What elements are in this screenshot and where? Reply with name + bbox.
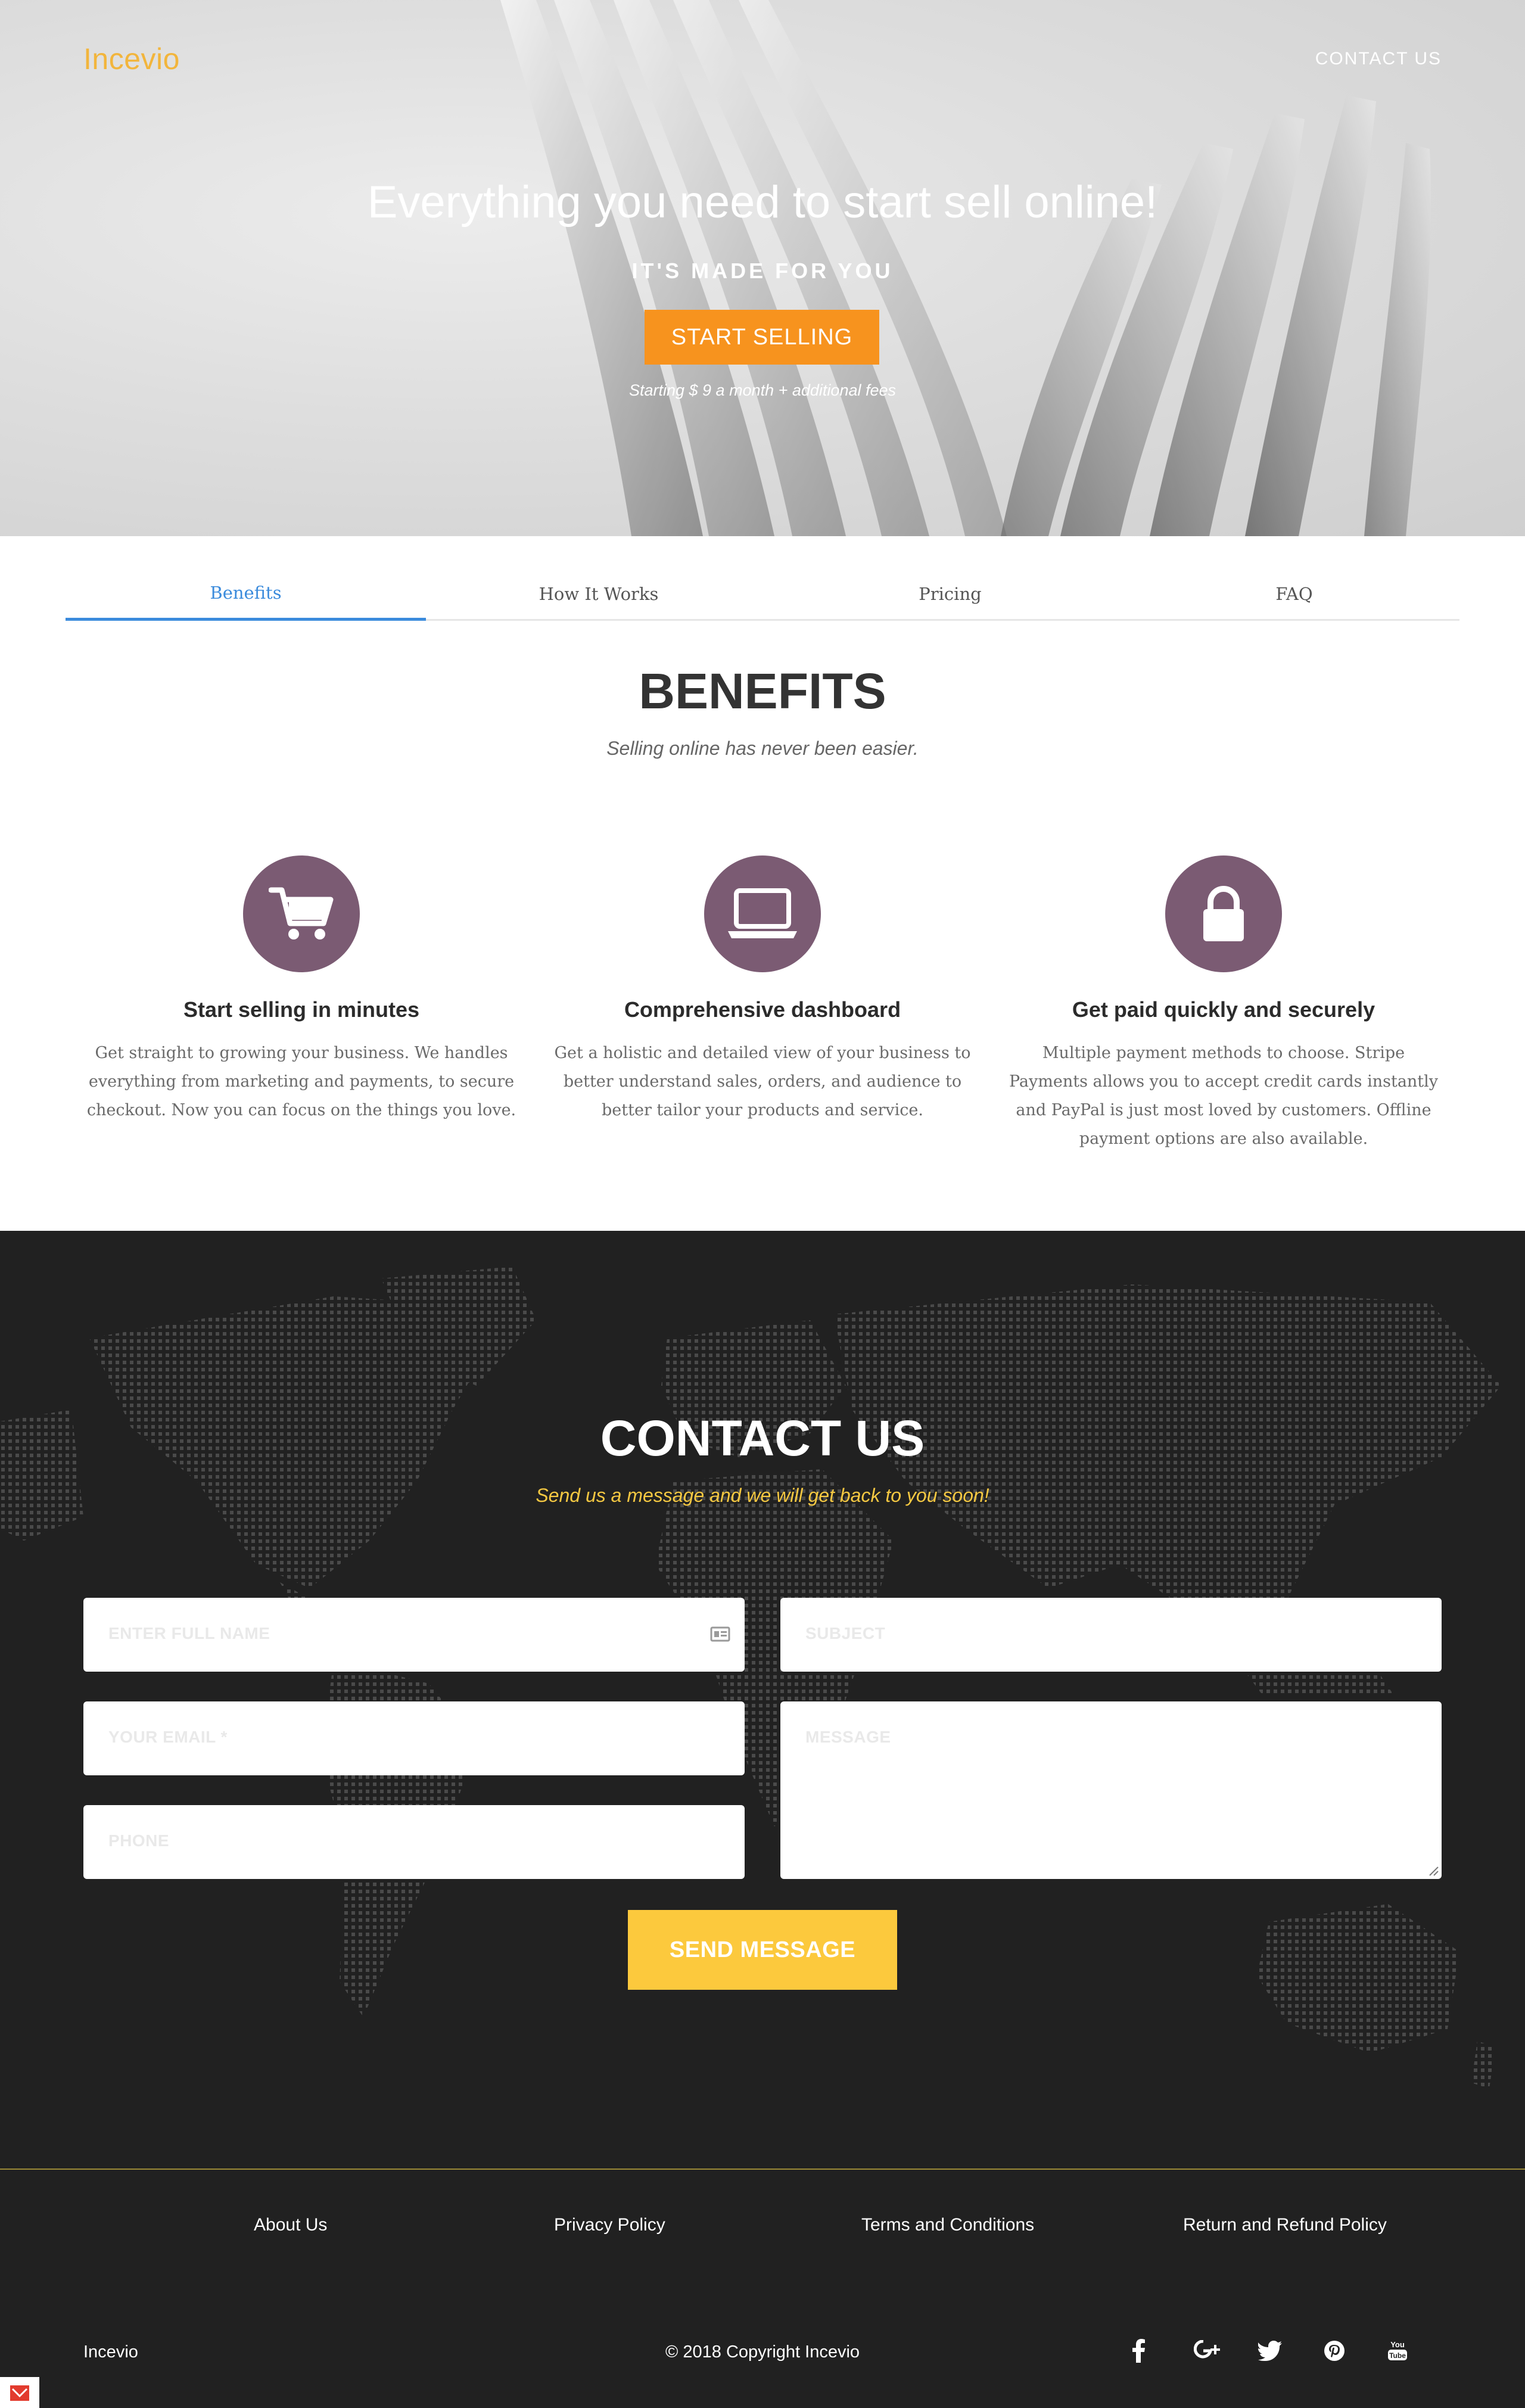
- footer-link-about-us[interactable]: About Us: [254, 2215, 327, 2235]
- contact-section: CONTACT US Send us a message and we will…: [0, 1231, 1525, 2408]
- pinterest-icon[interactable]: [1318, 2334, 1351, 2367]
- footer-divider: [0, 2169, 1525, 2170]
- facebook-icon[interactable]: [1122, 2334, 1156, 2367]
- feature-payments: Get paid quickly and securely Multiple p…: [1003, 855, 1444, 1153]
- youtube-icon[interactable]: You Tube: [1381, 2334, 1414, 2367]
- nav-contact-link[interactable]: CONTACT US: [1315, 49, 1442, 69]
- svg-text:Tube: Tube: [1389, 2351, 1406, 2360]
- benefits-heading: BENEFITS: [639, 663, 886, 719]
- benefits-subtitle: Selling online has never been easier.: [606, 738, 919, 759]
- site-logo[interactable]: Incevio: [83, 42, 180, 76]
- copyright-text: © 2018 Copyright Incevio: [665, 2342, 860, 2362]
- shopping-cart-icon: [269, 887, 334, 939]
- feature-description: Get a holistic and detailed view of your…: [554, 1044, 971, 1119]
- start-selling-button[interactable]: START SELLING: [645, 310, 879, 365]
- phone-placeholder: PHONE: [108, 1831, 170, 1850]
- feature-title: Start selling in minutes: [183, 997, 420, 1022]
- email-placeholder: YOUR EMAIL *: [108, 1728, 228, 1746]
- feature-description: Multiple payment methods to choose. Stri…: [1009, 1044, 1439, 1148]
- feature-icon-circle: [704, 855, 821, 972]
- section-tabs: Benefits How It Works Pricing FAQ: [66, 567, 1459, 621]
- footer-brand: Incevio: [83, 2342, 138, 2362]
- message-textarea[interactable]: MESSAGE: [780, 1701, 1442, 1879]
- tab-how-it-works[interactable]: How It Works: [426, 567, 771, 621]
- hero-title: Everything you need to start sell online…: [367, 177, 1158, 228]
- svg-text:You: You: [1390, 2340, 1405, 2349]
- feature-title: Comprehensive dashboard: [624, 997, 901, 1022]
- tab-faq[interactable]: FAQ: [1129, 567, 1459, 621]
- contact-heading: CONTACT US: [600, 1410, 925, 1466]
- phone-input[interactable]: PHONE: [83, 1805, 745, 1879]
- feature-title: Get paid quickly and securely: [1072, 997, 1375, 1022]
- feature-dashboard: Comprehensive dashboard Get a holistic a…: [542, 855, 983, 1125]
- email-input[interactable]: YOUR EMAIL *: [83, 1701, 745, 1775]
- resize-handle-icon[interactable]: [1426, 1863, 1439, 1877]
- contact-subtitle: Send us a message and we will get back t…: [536, 1485, 989, 1506]
- send-message-button[interactable]: SEND MESSAGE: [628, 1910, 897, 1990]
- subject-input[interactable]: SUBJECT: [780, 1598, 1442, 1672]
- hero-banner: Incevio CONTACT US Everything you need t…: [0, 0, 1525, 536]
- message-placeholder: MESSAGE: [805, 1728, 891, 1746]
- corner-badge-icon[interactable]: [0, 2377, 39, 2408]
- subject-placeholder: SUBJECT: [805, 1624, 886, 1642]
- laptop-icon: [728, 888, 797, 938]
- contact-card-icon: [710, 1626, 730, 1642]
- feature-description: Get straight to growing your business. W…: [86, 1044, 516, 1119]
- feature-icon-circle: [243, 855, 360, 972]
- footer-link-privacy-policy[interactable]: Privacy Policy: [554, 2215, 665, 2235]
- full-name-input[interactable]: ENTER FULL NAME: [83, 1598, 745, 1672]
- hero-subtitle: IT'S MADE FOR YOU: [631, 259, 894, 283]
- footer-link-refund-policy[interactable]: Return and Refund Policy: [1183, 2215, 1387, 2235]
- lock-icon: [1203, 886, 1244, 941]
- feature-icon-circle: [1165, 855, 1282, 972]
- google-plus-icon[interactable]: [1190, 2334, 1224, 2367]
- pricing-note: Starting $ 9 a month + additional fees: [628, 381, 897, 399]
- footer-link-terms[interactable]: Terms and Conditions: [861, 2215, 1034, 2235]
- tab-benefits[interactable]: Benefits: [66, 567, 426, 621]
- full-name-placeholder: ENTER FULL NAME: [108, 1624, 270, 1642]
- twitter-icon[interactable]: [1253, 2334, 1287, 2367]
- feature-start-selling: Start selling in minutes Get straight to…: [81, 855, 522, 1125]
- tab-pricing[interactable]: Pricing: [771, 567, 1129, 621]
